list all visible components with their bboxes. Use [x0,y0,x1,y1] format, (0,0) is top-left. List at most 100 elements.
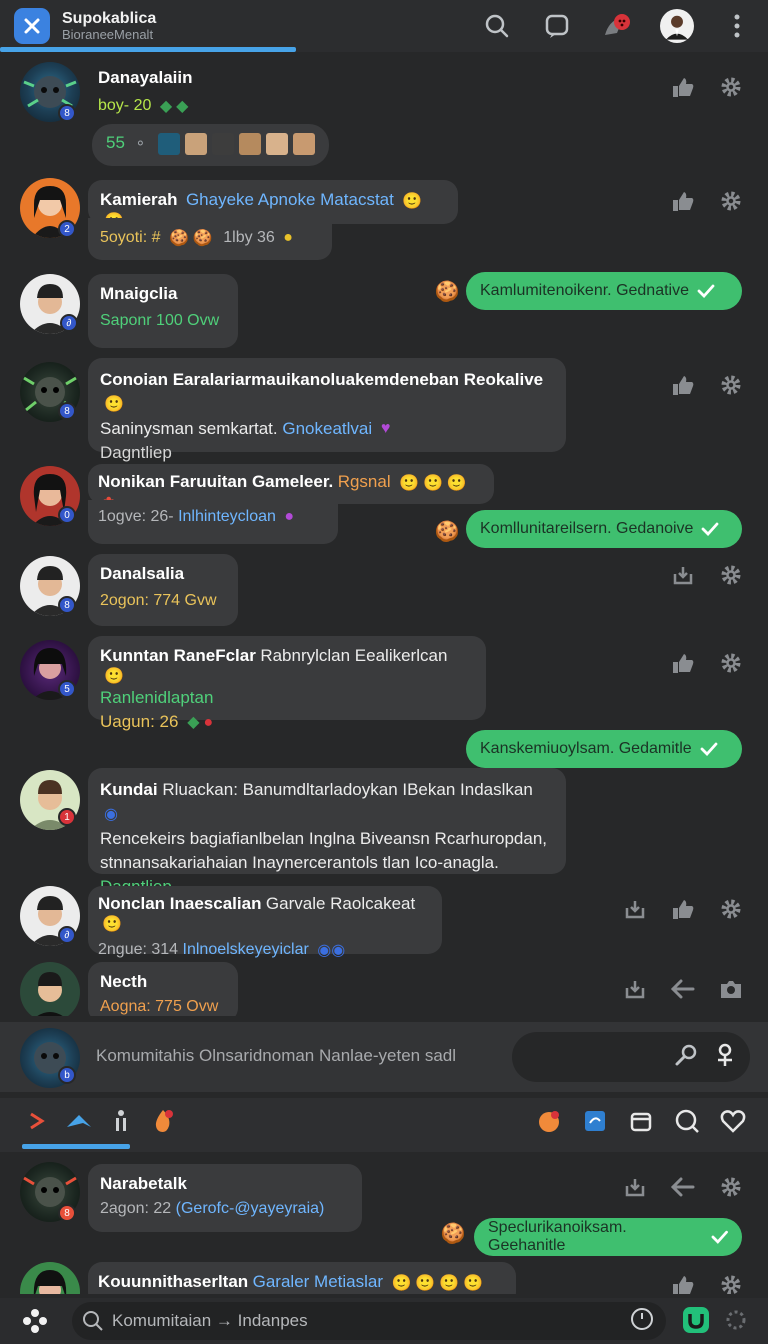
fire-icon[interactable] [148,1106,178,1136]
person-icon[interactable] [714,1042,736,1073]
settings-gear-icon[interactable] [718,562,744,588]
list-item[interactable]: 2 Kamierah Ghayeke Apnoke Matacstat 🙂🙂 5… [0,176,768,266]
thumbs-up-icon[interactable] [670,896,696,922]
message-bubble[interactable]: Kundai Rluackan: Banumdltarladoykan IBek… [88,768,566,896]
message-text: Rluackan: Banumdltarladoykan IBekan Inda… [162,780,533,799]
bottom-search-input[interactable]: Komumitaian → Indanpes [112,1311,308,1331]
list-item[interactable]: 0 Nonikan Faruuitan Gameleer. Rgsnal 🙂 🙂 🙂… [0,464,768,548]
arrow-right-icon[interactable] [22,1106,52,1136]
reply-icon[interactable] [670,1174,696,1200]
plane-icon[interactable] [64,1106,94,1136]
avatar[interactable] [20,962,80,1016]
settings-gear-icon[interactable] [718,1272,744,1294]
user-name: Necth [100,972,148,991]
face-emoji-icon: 🙂 [104,668,124,685]
bookmark-icon[interactable] [718,976,744,1002]
list-item[interactable]: Kouunnithaserltan Garaler Metiaslar 🙂 🙂 🙂 🙂 [0,1260,768,1294]
message-bubble[interactable]: Danalsalia 2ogon: 774 Gvw [88,554,238,626]
thumbnail[interactable] [157,133,180,155]
row-actions [670,562,744,588]
share-icon[interactable] [622,976,648,1002]
user-name: Kundai [100,780,158,799]
message-bubble[interactable]: Conoian Earalariarmauikanoluakemdeneban … [88,358,566,462]
message-bubble[interactable]: Narabetalk 2agon: 22 (Gerofc-@yayeyraia) [88,1164,362,1232]
thumbnail[interactable] [184,133,207,155]
link-icon[interactable] [580,1106,610,1136]
list-item[interactable]: 8 Conoian Earalariarmauikanoluakemdeneba… [0,358,768,462]
share-icon[interactable] [670,562,696,588]
message-link[interactable]: Gnokeatlvai [282,419,372,438]
key-icon[interactable] [674,1043,698,1072]
settings-gear-icon[interactable] [718,1174,744,1200]
settings-gear-icon[interactable] [718,188,744,214]
row-actions [622,896,744,922]
share-icon[interactable] [622,896,648,922]
user-name: Narabetalk [100,1174,187,1193]
fire-chat-icon[interactable] [534,1106,564,1136]
list-item[interactable]: ∂ Nonclan Inaescalian Garvale Raolcakeat… [0,884,768,960]
thumbs-up-icon[interactable] [670,372,696,398]
inbox-icon[interactable] [626,1106,656,1136]
u-app-icon[interactable] [682,1306,710,1339]
grid-icon[interactable] [22,1308,48,1334]
search-icon [83,1311,103,1331]
avatar[interactable] [20,1262,80,1294]
thumbnail[interactable] [238,133,261,155]
settings-gear-icon[interactable] [718,896,744,922]
close-x-icon[interactable] [14,8,50,44]
message-bubble[interactable]: Nonclan Inaescalian Garvale Raolcakeat 🙂… [88,886,442,959]
message-line: stnnansakariahaian Inaynercerantols tlan… [100,852,499,872]
thumbnail[interactable] [265,133,288,155]
checkmark-icon [697,284,715,298]
composer: b Komumitahis Olnsaridnoman Nanlae-yeten… [0,1022,768,1092]
message-bubble[interactable]: Kunntan RaneFclar Rabnrylclan Eealikerlc… [88,636,486,731]
message-bubble[interactable]: Kouunnithaserltan Garaler Metiaslar 🙂 🙂 🙂 🙂 [88,1262,516,1294]
sent-message[interactable]: Speclurikanoiksam. Geehanitle [474,1218,742,1256]
more-vertical-icon[interactable] [720,9,754,43]
share-icon[interactable] [622,1174,648,1200]
thumbs-up-icon[interactable] [670,74,696,100]
thumbnail[interactable] [211,133,234,155]
loading-icon[interactable] [724,1308,748,1337]
message-footer: Uagun: 26 ◆ ● [100,710,474,735]
list-item[interactable]: Necth Aogna: 775 Ovw [0,960,768,1016]
sent-message[interactable]: Kamlumitenoikenr. Gednative [466,272,742,310]
list-item[interactable]: 8 Danayalaiin boy- 20 ◆ ◆ 55 ∘ [0,60,768,176]
settings-gear-icon[interactable] [718,650,744,676]
chat-search-icon[interactable] [672,1106,702,1136]
bottom-search-bar[interactable]: Komumitaian → Indanpes [72,1302,666,1340]
list-item[interactable]: 8 Danalsalia 2ogon: 774 Gvw [0,554,768,630]
thumbs-up-icon[interactable] [670,188,696,214]
user-name: Nonikan Faruuitan Gameleer. [98,472,334,491]
sent-message[interactable]: Komllunitareilsern. Gedanoive [466,510,742,548]
meta-secondary: 1lby 36 [223,229,275,247]
toolbar [0,1098,768,1152]
profile-avatar[interactable] [660,9,694,43]
message-title: Conoian Earalariarmauikanoluakemdeneban … [100,368,554,417]
settings-gear-icon[interactable] [718,74,744,100]
thumbs-up-icon[interactable] [670,1272,696,1294]
heart-icon[interactable] [718,1106,748,1136]
clock-icon[interactable] [630,1307,654,1336]
sent-message[interactable]: Kanskemiuoylsam. Gedamitle [466,730,742,768]
chat-icon[interactable] [540,9,574,43]
thumbnail[interactable] [292,133,315,155]
walk-icon[interactable] [106,1106,136,1136]
meta-link[interactable]: Inlhinteycloan [178,508,276,525]
media-strip[interactable]: 55 ∘ [92,124,329,166]
message-bubble[interactable]: Mnaigclia Saponr 100 Ovw [88,274,238,348]
message-bubble[interactable]: Necth Aogna: 775 Ovw [88,962,238,1016]
list-item[interactable]: 1 Kundai Rluackan: Banumdltarladoykan IB… [0,768,768,896]
settings-gear-icon[interactable] [718,372,744,398]
message-bubble[interactable]: Nonikan Faruuitan Gameleer. Rgsnal 🙂🙂🙂✿ [88,464,494,512]
thumbs-up-icon[interactable] [670,650,696,676]
list-item[interactable]: 5 Kunntan RaneFclar Rabnrylclan Eealiker… [0,636,768,813]
meta-link[interactable]: Inlnoelskeyeyiclar [183,941,309,958]
face-emoji-icon: 🙂 [423,474,443,492]
list-item[interactable]: ∂ Mnaigclia Saponr 100 Ovw 🍪 Kamlumiteno… [0,270,768,354]
notification-bell-icon[interactable] [600,9,634,43]
reply-icon[interactable] [670,976,696,1002]
composer-input[interactable]: Komumitahis Olnsaridnoman Nanlae-yeten s… [96,1046,456,1066]
meta-link[interactable]: (Gerofc-@yayeyraia) [176,1200,325,1217]
search-icon[interactable] [480,9,514,43]
